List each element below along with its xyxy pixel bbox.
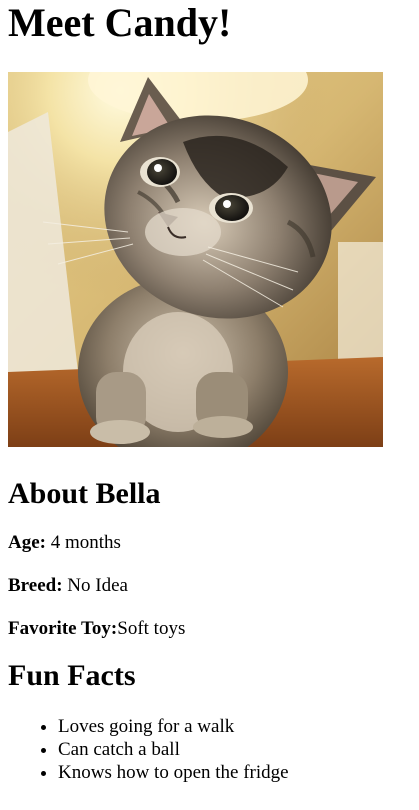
breed-value: No Idea	[62, 575, 128, 596]
kitten-photo	[8, 72, 383, 447]
breed-label: Breed:	[8, 575, 63, 596]
age-label: Age:	[8, 532, 46, 553]
favorite-toy-line: Favorite Toy:Soft toys	[8, 618, 411, 640]
favorite-toy-value: Soft toys	[117, 618, 186, 639]
age-line: Age: 4 months	[8, 532, 411, 554]
list-item: Loves going for a walk	[58, 715, 411, 738]
list-item: Can catch a ball	[58, 738, 411, 761]
fun-facts-list: Loves going for a walk Can catch a ball …	[8, 715, 411, 784]
fun-facts-heading: Fun Facts	[8, 659, 136, 692]
list-item: Knows how to open the fridge	[58, 761, 411, 784]
about-heading: About Bella	[8, 477, 161, 510]
kitten-photo-illustration	[8, 72, 383, 447]
age-value: 4 months	[45, 532, 121, 553]
favorite-toy-label: Favorite Toy:	[8, 618, 118, 639]
breed-line: Breed: No Idea	[8, 575, 411, 597]
page-content: Meet Candy! About Bella Age: 4 months Br…	[0, 0, 419, 784]
page-title: Meet Candy!	[8, 0, 232, 45]
